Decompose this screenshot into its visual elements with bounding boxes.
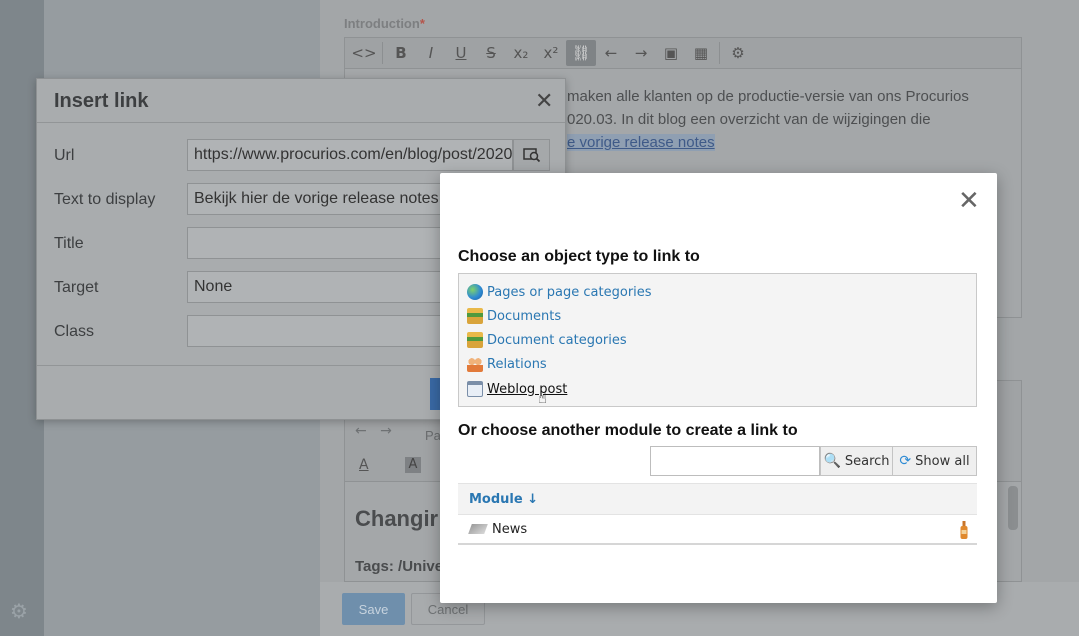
module-search-input[interactable] [650,446,820,476]
intro-link[interactable]: e vorige release notes [567,134,715,151]
object-type-modal: ✕ Choose an object type to link to Pages… [440,173,997,603]
tags-text: Tags: /Unive [355,558,444,575]
subscript-icon[interactable]: x₂ [506,40,536,66]
intro-line: 020.03. In dit blog een overzicht van de… [567,111,931,128]
text-color-icon[interactable]: A [359,457,369,473]
hand-cursor-icon: ☝ [538,389,548,407]
target-select[interactable]: None [187,271,447,303]
settings-gear-icon[interactable]: ⚙ [8,600,30,622]
class-label: Class [54,323,95,340]
introduction-label: Introduction* [344,16,425,31]
undo-icon[interactable]: ← [596,40,626,66]
insert-link-title: Insert link [54,90,149,112]
search-button[interactable]: 🔍 Search [820,446,893,476]
bottle-icon [960,521,968,539]
url-input[interactable]: https://www.procurios.com/en/blog/post/2… [187,139,513,171]
calendar-icon [467,381,483,397]
show-all-button[interactable]: ⟳ Show all [893,446,977,476]
close-icon[interactable]: ✕ [535,89,553,114]
sort-arrow-icon: ↓ [522,491,539,507]
underline-icon[interactable]: U [446,40,476,66]
object-type-list: Pages or page categories Documents Docum… [458,273,977,407]
refresh-icon: ⟳ [899,453,912,469]
text-to-display-input[interactable]: Bekijk hier de vorige release notes [187,183,447,215]
module-column-header[interactable]: Module ↓ [458,483,977,514]
media-icon[interactable]: ▦ [686,40,716,66]
editor-toolbar: <> B I U S x₂ x² ⛓ ← → ▣ ▦ ⚙ [344,37,1022,69]
title-label: Title [54,235,84,252]
text-to-display-label: Text to display [54,191,156,208]
save-button[interactable]: Save [342,593,405,625]
type-item-documents[interactable]: Documents [467,306,561,326]
globe-icon [467,284,483,300]
insert-link-header: Insert link ✕ [37,79,565,123]
italic-icon[interactable]: I [416,40,446,66]
redo-icon[interactable]: → [626,40,656,66]
table-row[interactable]: News [458,514,977,545]
undo-redo-icon[interactable]: ← → [355,423,392,439]
strikethrough-icon[interactable]: S [476,40,506,66]
bold-icon[interactable]: B [386,40,416,66]
source-code-icon[interactable]: <> [349,40,379,66]
intro-line: maken alle klanten op de productie-versi… [567,88,969,105]
editor-scrollbar[interactable] [1008,486,1018,530]
browse-search-icon [522,148,540,163]
background-color-icon[interactable]: A [405,457,421,473]
settings-icon[interactable]: ⚙ [723,40,753,66]
module-heading: Or choose another module to create a lin… [458,422,798,439]
content-heading: Changir [355,506,439,531]
url-label: Url [54,147,75,164]
type-item-document-categories[interactable]: Document categories [467,330,627,350]
type-item-relations[interactable]: Relations [467,354,547,374]
type-item-pages[interactable]: Pages or page categories [467,282,652,302]
close-icon[interactable]: ✕ [958,187,980,215]
superscript-icon[interactable]: x² [536,40,566,66]
class-input[interactable] [187,315,447,347]
books-icon [467,332,483,348]
browse-button[interactable] [513,139,550,171]
target-label: Target [54,279,99,296]
module-table: Module ↓ News [458,483,977,545]
magnifier-icon: 🔍 [823,453,841,469]
object-type-heading: Choose an object type to link to [458,248,700,265]
module-name: News [492,521,528,537]
books-icon [467,308,483,324]
news-icon [468,524,488,534]
link-icon[interactable]: ⛓ [566,40,596,66]
required-mark: * [419,16,425,31]
type-item-weblog-post[interactable]: Weblog post [467,379,567,399]
paragraph-format-select[interactable]: Pa [425,428,441,443]
people-icon [467,356,483,372]
title-input[interactable] [187,227,447,259]
image-icon[interactable]: ▣ [656,40,686,66]
